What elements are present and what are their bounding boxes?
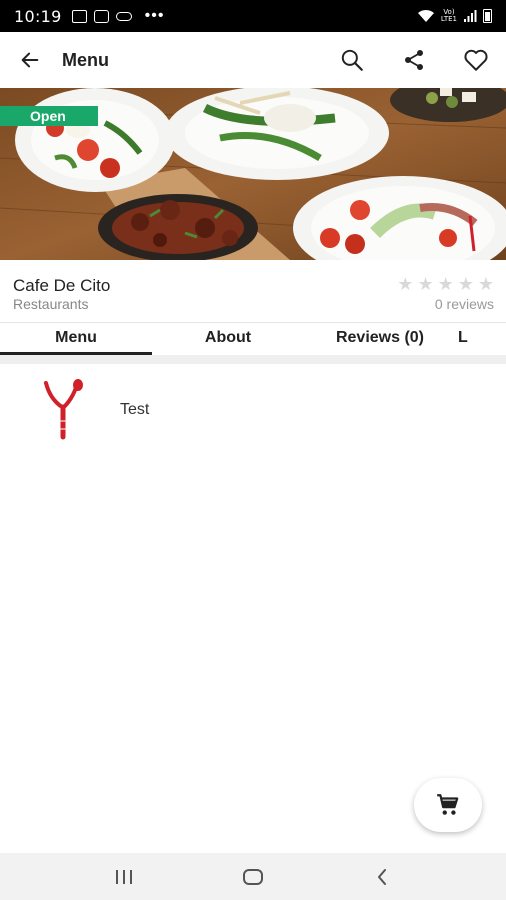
- status-right-icons: Vo) LTE1: [417, 9, 492, 23]
- status-bar: 10:19 ••• Vo) LTE1: [0, 0, 506, 32]
- search-button[interactable]: [330, 38, 374, 82]
- page-title: Menu: [62, 49, 109, 70]
- app-bar-actions: [330, 38, 498, 82]
- section-divider: [0, 355, 506, 364]
- search-icon: [341, 49, 363, 71]
- message-icon: [93, 9, 109, 23]
- status-time: 10:19: [14, 6, 62, 26]
- store-cover-image: Open: [0, 88, 506, 260]
- tab-reviews[interactable]: Reviews (0): [304, 323, 456, 355]
- back-arrow-icon: [21, 52, 39, 68]
- app-bar: Menu: [0, 32, 506, 88]
- share-button[interactable]: [392, 38, 436, 82]
- fork-logo-icon: [44, 379, 83, 440]
- link-icon: [115, 11, 132, 21]
- more-notifications-icon: •••: [144, 7, 165, 24]
- gallery-icon: [71, 9, 87, 23]
- star-icon: ★: [397, 274, 414, 295]
- tab-bar: Menu About Reviews (0) L: [0, 322, 506, 355]
- store-info: Cafe De Cito Restaurants ★ ★ ★ ★ ★ 0 rev…: [0, 260, 506, 322]
- cart-icon: [437, 794, 459, 815]
- tab-overflow[interactable]: L: [456, 323, 506, 355]
- home-button[interactable]: [233, 857, 273, 897]
- lte-bottom-label: LTE1: [440, 15, 457, 23]
- system-back-button[interactable]: [362, 857, 402, 897]
- tab-menu[interactable]: Menu: [0, 323, 152, 355]
- menu-item-name: Test: [120, 401, 150, 418]
- notification-icons: •••: [71, 7, 165, 24]
- heart-icon: [464, 49, 488, 71]
- recent-apps-icon: [116, 869, 133, 884]
- favorite-button[interactable]: [454, 38, 498, 82]
- store-category: Restaurants: [13, 296, 89, 312]
- battery-icon: [483, 9, 492, 23]
- star-icon: ★: [437, 274, 454, 295]
- signal-icon: [464, 10, 477, 22]
- reviews-count: 0 reviews: [434, 296, 494, 312]
- share-icon: [405, 50, 423, 70]
- list-item[interactable]: Test: [0, 372, 506, 452]
- rating-stars[interactable]: ★ ★ ★ ★ ★: [397, 276, 494, 294]
- home-icon: [242, 868, 263, 885]
- tab-about[interactable]: About: [152, 323, 304, 355]
- cart-button[interactable]: [414, 778, 482, 832]
- open-status-badge: Open: [0, 106, 98, 126]
- system-nav-bar: [0, 853, 506, 900]
- store-name: Cafe De Cito: [13, 276, 111, 295]
- star-icon: ★: [417, 274, 434, 295]
- star-icon: ★: [477, 274, 494, 295]
- wifi-icon: [417, 9, 434, 22]
- star-icon: ★: [457, 274, 474, 295]
- back-icon: [377, 868, 386, 885]
- back-button[interactable]: [8, 38, 52, 82]
- recent-apps-button[interactable]: [104, 857, 144, 897]
- lte-indicator: Vo) LTE1: [441, 9, 457, 23]
